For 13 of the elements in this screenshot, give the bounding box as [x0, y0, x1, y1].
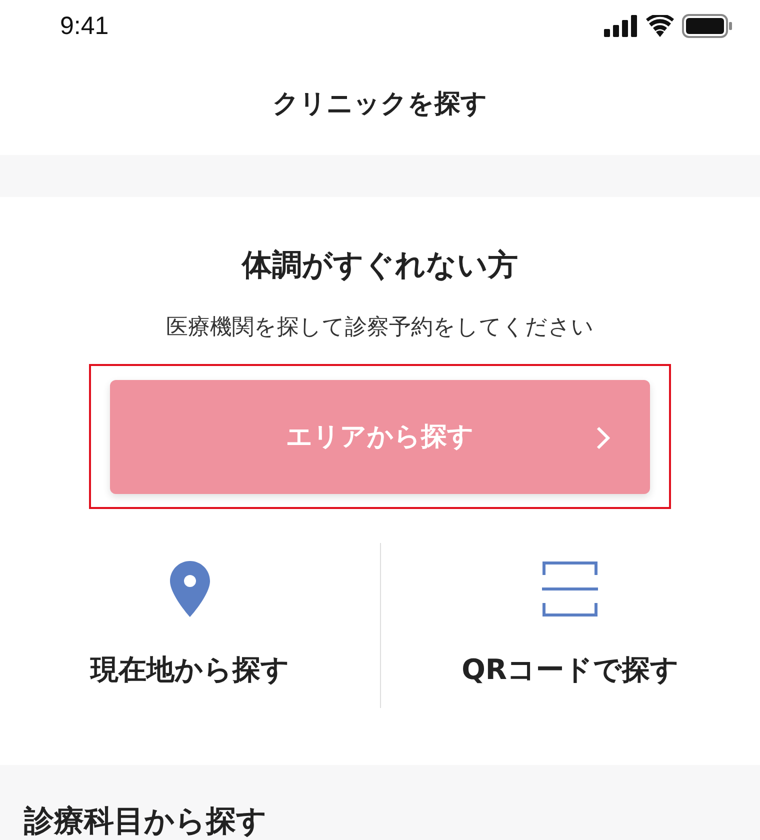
chevron-right-icon: [596, 426, 610, 450]
wifi-icon: [646, 15, 674, 37]
signal-icon: [604, 15, 638, 37]
search-option-link[interactable]: QRコードで探す: [462, 651, 679, 689]
battery-icon: [682, 14, 732, 38]
scan-frame-icon: [542, 561, 598, 617]
card-subtitle: 医療機関を探して診察予約をしてください: [166, 314, 594, 342]
screen-title: クリニックを探す: [272, 88, 488, 121]
status-time: 9:41: [60, 12, 109, 40]
card-heading: 体調がすぐれない方: [242, 247, 518, 285]
location-pin-icon: [170, 561, 210, 617]
section-heading: 診療科目から探す: [24, 804, 267, 839]
search-option-link[interactable]: 現在地から探す: [90, 651, 290, 689]
